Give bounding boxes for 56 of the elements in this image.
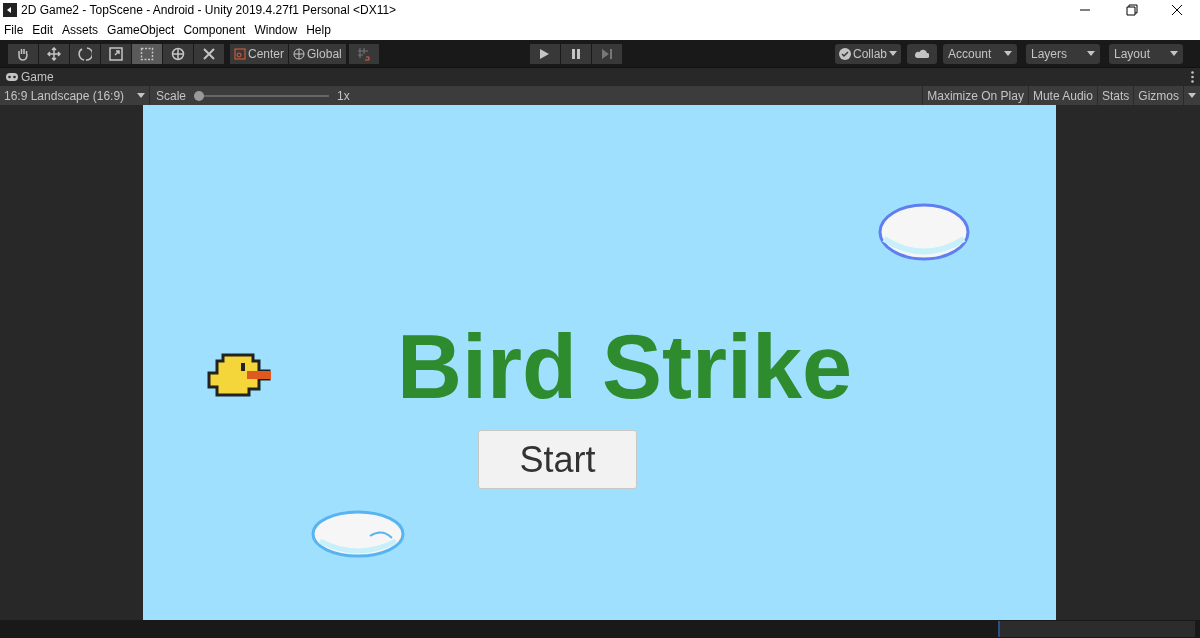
transform-icon [171,46,185,61]
move-icon [47,46,61,61]
dropdown-button[interactable]: Layers [1026,43,1100,64]
app-logo-icon [3,3,17,17]
tool-button[interactable] [70,43,100,64]
rotate-icon [78,46,92,61]
scale-reading: 1x [337,88,350,103]
step-icon [601,48,612,59]
caret-icon [1188,93,1196,99]
pivot-icon [234,47,246,60]
rect-tool-icon [140,46,154,61]
tool-button[interactable] [39,43,69,64]
gamepad-icon [6,73,18,82]
dropdown-button[interactable]: Layout [1109,43,1183,64]
start-button[interactable]: Start [478,430,637,490]
caret-icon [889,51,897,57]
menu-item[interactable]: Assets [62,22,99,37]
cloud-button[interactable] [907,43,937,64]
dropdown-button[interactable]: Account [943,43,1017,64]
globe-icon [293,47,306,60]
menu-item[interactable]: Edit [32,22,54,37]
window-title: 2D Game2 - TopScene - Android - Unity 2019.4.27f1 Personal <DX11> [21,3,398,17]
pause-button[interactable] [560,43,591,64]
tab-title[interactable]: Game [21,70,54,85]
tools-icon [202,46,216,61]
play-icon [540,48,550,59]
more-icon[interactable] [1191,71,1194,84]
tool-button[interactable] [163,43,193,64]
slider-thumb[interactable] [194,90,205,101]
play-button[interactable] [529,43,560,64]
check-icon [838,47,851,60]
menu-item[interactable]: Help [306,22,331,37]
caret-icon [1170,51,1178,57]
tool-button[interactable] [132,43,162,64]
scale-icon [109,46,123,61]
grid-snap-icon [356,46,371,61]
tool-button[interactable] [101,43,131,64]
pivot-button[interactable]: Global [289,43,346,64]
pivot-button[interactable]: Center [230,43,289,64]
menu-item[interactable]: GameObject [107,22,175,37]
cloud-icon [915,49,929,59]
step-button[interactable] [591,43,622,64]
collab-button[interactable]: Collab [834,43,901,64]
caret-icon [1087,51,1095,57]
menu-item[interactable]: Window [254,22,298,37]
menu-item[interactable]: Component [183,22,246,37]
tool-button[interactable] [8,43,38,64]
game-title: Bird Strike [396,317,853,418]
scale-label: Scale [156,88,187,103]
hand-icon [16,46,30,61]
tool-button[interactable] [194,43,224,64]
caret-icon [1004,51,1012,57]
snap-button[interactable] [348,43,379,64]
menu-item[interactable]: File [4,22,24,37]
caret-icon [137,93,145,99]
pause-icon [571,48,580,59]
